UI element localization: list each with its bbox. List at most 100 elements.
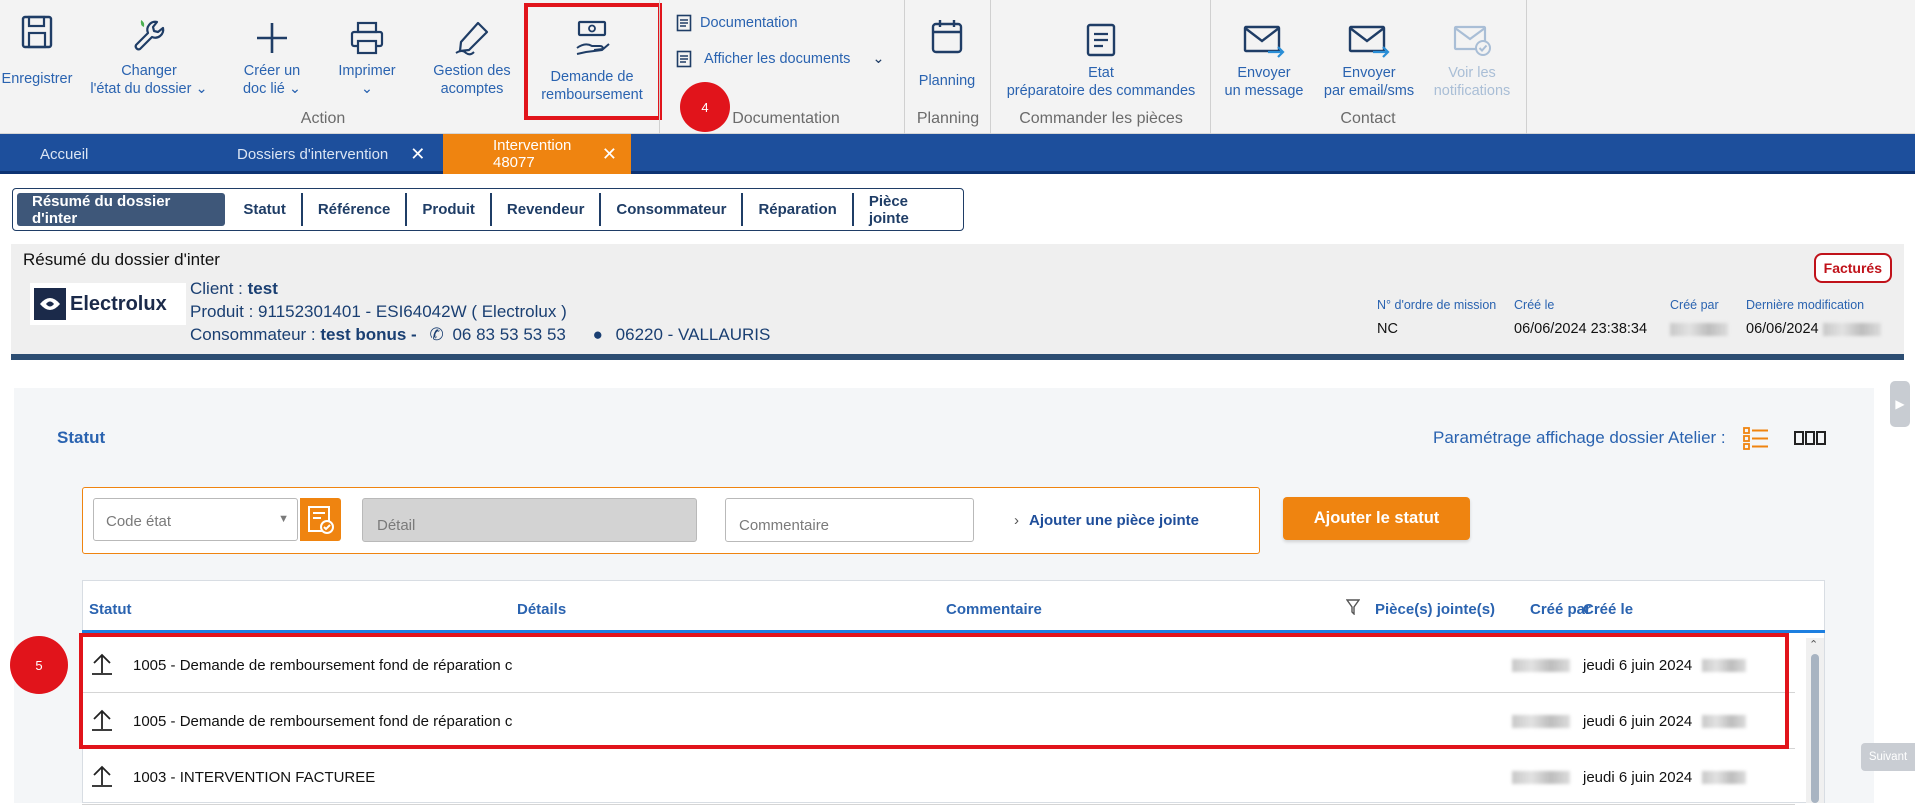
group-label-action: Action (300, 110, 346, 127)
column-header-details[interactable]: Détails (517, 601, 566, 618)
comment-placeholder: Commentaire (739, 517, 830, 534)
save-label: Enregistrer (1, 71, 73, 87)
detail-placeholder: Détail (377, 517, 416, 534)
create-linked-doc-button[interactable]: Créer un doc lié ⌄ (226, 20, 318, 98)
tab-interventions-label: Dossiers d'intervention (237, 145, 389, 163)
planning-label: Planning (918, 73, 976, 89)
comment-field[interactable]: Commentaire (725, 498, 974, 542)
send-message-button[interactable]: Envoyer un message (1216, 24, 1312, 100)
document-icon (676, 14, 692, 32)
change-state-label-1: Changer (121, 63, 177, 79)
group-label-contact: Contact (1340, 110, 1396, 127)
print-button[interactable]: Imprimer ⌄ (330, 20, 404, 98)
section-tabs: Résumé du dossier d'inter Statut Référen… (12, 188, 964, 231)
subtab-status[interactable]: Statut (228, 193, 303, 226)
chevron-down-icon: ⌄ (195, 81, 208, 97)
location-pin-icon: ● (592, 325, 603, 344)
created-value: 06/06/2024 23:38:34 (1514, 321, 1648, 337)
chevron-down-icon: ▼ (278, 513, 289, 525)
location-value: 06220 - VALLAURIS (615, 325, 771, 344)
ribbon-separator (1526, 0, 1527, 134)
created-by-label: Créé par (1670, 298, 1719, 312)
created-by-cell (1512, 769, 1570, 786)
plus-icon (257, 23, 287, 53)
subtab-consumer[interactable]: Consommateur (601, 193, 744, 226)
printer-icon (350, 21, 384, 55)
send-email-label-2: par email/sms (1323, 83, 1415, 99)
column-header-comment[interactable]: Commentaire (946, 601, 1042, 618)
upload-arrow-icon (90, 764, 114, 792)
tab-home-label: Accueil (40, 145, 89, 163)
ribbon-separator (990, 0, 991, 134)
scrollbar-thumb[interactable] (1811, 654, 1819, 803)
side-panel-toggle[interactable]: ▶ (1890, 381, 1910, 427)
order-preparation-button[interactable]: Etat préparatoire des commandes (996, 22, 1206, 100)
highlight-box-refund (524, 3, 662, 120)
documentation-label: Documentation (700, 15, 798, 31)
documentation-button[interactable]: Documentation (676, 14, 798, 32)
subtab-repair[interactable]: Réparation (743, 193, 854, 226)
ribbon-separator (1210, 0, 1211, 134)
file-summary-panel: Résumé du dossier d'inter Electrolux Cli… (11, 244, 1904, 360)
modified-label: Dernière modification (1746, 298, 1865, 312)
send-email-sms-button[interactable]: Envoyer par email/sms (1318, 24, 1420, 100)
column-header-status[interactable]: Statut (89, 601, 132, 618)
deposits-label-2: acomptes (440, 81, 504, 97)
change-state-button[interactable]: Changer l'état du dossier ⌄ (86, 18, 212, 98)
tab-home[interactable]: Accueil (40, 134, 88, 174)
send-msg-label-2: un message (1224, 83, 1304, 99)
chevron-down-icon: ⌄ (288, 81, 302, 97)
group-label-documentation: Documentation (732, 110, 840, 127)
next-button[interactable]: Suivant (1861, 743, 1915, 771)
planning-button[interactable]: Planning (908, 18, 986, 90)
tab-intervention-48077[interactable]: Intervention 48077 ✕ (443, 134, 631, 174)
brand-logo: Electrolux (30, 283, 186, 325)
redacted-text (1822, 322, 1881, 336)
ribbon-separator (904, 0, 905, 134)
consumer-label: Consommateur : (190, 325, 321, 344)
subtab-reference[interactable]: Référence (303, 193, 408, 226)
client-value: test (247, 279, 278, 298)
summary-title: Résumé du dossier d'inter (23, 250, 220, 269)
grid-scrollbar[interactable]: ⌃ (1806, 638, 1824, 803)
state-code-picker-button[interactable] (300, 498, 341, 541)
chevron-up-icon[interactable]: ⌃ (1809, 638, 1818, 651)
list-view-icon[interactable] (1743, 426, 1769, 455)
grid-view-icon[interactable] (1794, 430, 1826, 451)
column-header-created-by[interactable]: Créé par (1530, 601, 1591, 618)
subtab-product[interactable]: Produit (407, 193, 492, 226)
add-attachment-link[interactable]: › Ajouter une pièce jointe (1014, 512, 1199, 529)
subtab-summary[interactable]: Résumé du dossier d'inter (17, 193, 226, 227)
calendar-icon (931, 20, 963, 54)
tab-interventions[interactable]: Dossiers d'intervention ✕ (237, 134, 425, 174)
electrolux-logo-icon (34, 288, 66, 320)
document-icon (676, 50, 692, 68)
mail-check-icon (1453, 25, 1491, 56)
create-doc-label-2: doc lié (242, 81, 285, 97)
add-status-button[interactable]: Ajouter le statut (1283, 497, 1470, 540)
mission-label: N° d'ordre de mission (1377, 298, 1497, 312)
state-code-select[interactable]: Code état ▼ (93, 498, 298, 541)
subtab-attachment[interactable]: Pièce jointe (854, 193, 963, 227)
filter-icon[interactable] (1345, 599, 1361, 620)
close-icon[interactable]: ✕ (410, 144, 425, 165)
table-row[interactable]: 1003 - INTERVENTION FACTUREE jeudi 6 jui… (82, 750, 1795, 805)
view-notifications-button[interactable]: Voir les notifications (1424, 24, 1520, 100)
subtab-reseller[interactable]: Revendeur (492, 193, 602, 226)
wrench-icon (134, 20, 165, 51)
client-label: Client : (190, 279, 248, 298)
close-icon[interactable]: ✕ (602, 144, 617, 165)
column-header-attachments[interactable]: Pièce(s) jointe(s) (1375, 601, 1495, 618)
status-cell: 1003 - INTERVENTION FACTUREE (133, 768, 376, 786)
show-documents-dropdown[interactable]: Afficher les documents ⌄ (676, 50, 885, 68)
tab-intervention-label: Intervention 48077 (493, 137, 572, 171)
deposits-button[interactable]: Gestion des acomptes (424, 20, 520, 98)
display-settings-label: Paramétrage affichage dossier Atelier : (1433, 428, 1726, 447)
save-button[interactable]: Enregistrer (0, 14, 74, 88)
create-doc-label-1: Créer un (243, 63, 301, 79)
add-attachment-label: Ajouter une pièce jointe (1029, 512, 1200, 529)
column-header-created-on[interactable]: Créé le (1583, 601, 1633, 618)
detail-field[interactable]: Détail (362, 498, 697, 542)
send-email-label-1: Envoyer (1342, 65, 1396, 81)
mission-value: NC (1377, 321, 1398, 337)
